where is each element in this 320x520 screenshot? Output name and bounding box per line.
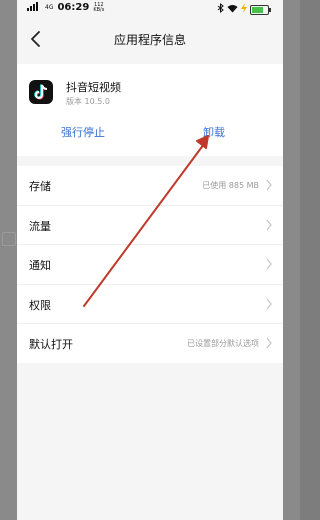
background-ghost-icon — [2, 232, 16, 246]
page-title: 应用程序信息 — [113, 33, 186, 47]
list-item-label: 存储 — [29, 180, 51, 193]
list-item-value: 已使用 885 MB — [202, 181, 259, 190]
tiktok-icon — [29, 80, 53, 104]
status-right — [217, 2, 271, 16]
charging-icon — [241, 3, 247, 16]
battery-icon — [250, 4, 271, 15]
battery-fill — [252, 6, 263, 13]
list-item-label: 默认打开 — [29, 338, 73, 351]
list-item-value: 已设置部分默认选项 — [187, 339, 259, 348]
network-rate: 112 KB/s — [93, 2, 105, 13]
force-stop-button[interactable]: 强行停止 — [61, 124, 105, 140]
status-bar: 4G 06:29 112 KB/s — [17, 0, 283, 18]
wifi-icon — [227, 4, 238, 16]
list-item-label: 权限 — [29, 298, 51, 312]
chevron-right-icon — [266, 337, 272, 349]
uninstall-button[interactable]: 卸载 — [203, 124, 225, 140]
app-version: 版本 10.5.0 — [66, 97, 110, 106]
status-left: 4G 06:29 112 KB/s — [27, 2, 104, 13]
chevron-right-icon — [266, 219, 272, 230]
app-name: 抖音短视频 — [66, 81, 121, 94]
nav-bar: 应用程序信息 — [17, 24, 283, 54]
list-item-open-by-default[interactable]: 默认打开 已设置部分默认选项 — [17, 324, 283, 363]
bluetooth-icon — [217, 2, 224, 16]
list-item-data-usage[interactable]: 流量 — [17, 206, 283, 245]
list-item-notifications[interactable]: 通知 — [17, 245, 283, 285]
empty-area — [17, 363, 283, 520]
phone-screen: 4G 06:29 112 KB/s 应用程序信息 抖音短视频 版本 10.5.0… — [17, 0, 283, 520]
signal-label: 4G — [45, 3, 54, 11]
background-page-left — [0, 0, 18, 520]
list-item-label: 流量 — [29, 219, 51, 233]
list-item-storage[interactable]: 存储 已使用 885 MB — [17, 166, 283, 206]
chevron-right-icon — [266, 258, 272, 270]
signal-icon — [27, 2, 43, 13]
app-info-card: 抖音短视频 版本 10.5.0 强行停止 卸载 — [17, 64, 283, 156]
list-item-label: 通知 — [29, 259, 51, 272]
chevron-right-icon — [266, 298, 272, 309]
status-time: 06:29 — [57, 2, 90, 13]
background-page-right — [282, 0, 300, 520]
network-rate-unit: KB/s — [93, 6, 105, 13]
settings-list: 存储 已使用 885 MB 流量 通知 权限 默认打开 已设置部分默认选项 — [17, 166, 283, 363]
chevron-right-icon — [266, 179, 272, 191]
list-item-permissions[interactable]: 权限 — [17, 285, 283, 324]
